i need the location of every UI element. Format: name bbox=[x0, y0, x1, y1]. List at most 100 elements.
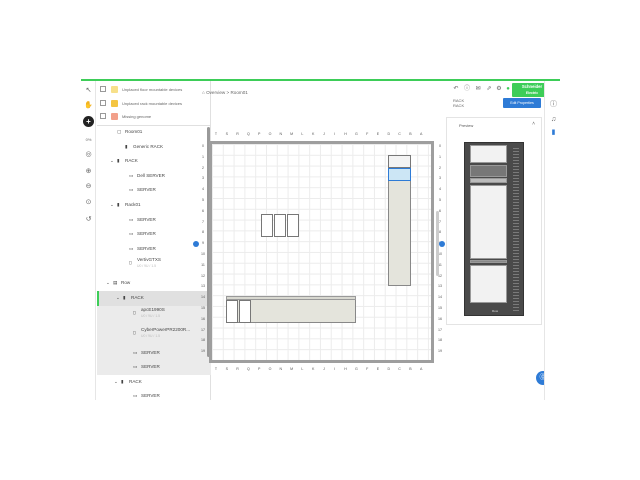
chevron-down-icon[interactable]: ⌄ bbox=[106, 276, 110, 289]
rack-icon: ▮ bbox=[117, 158, 120, 164]
chevron-down-icon[interactable]: ⌄ bbox=[110, 198, 114, 211]
grid-row-label: 16 bbox=[201, 316, 205, 321]
ups-icon: ▯ bbox=[133, 309, 136, 315]
history-icon[interactable]: ↺ bbox=[83, 214, 94, 225]
hand-icon[interactable]: ✋ bbox=[83, 100, 94, 111]
tree-item[interactable]: ⌄ ▮ Rack01 bbox=[97, 198, 211, 213]
server-icon: ▭ bbox=[129, 231, 134, 237]
rack-device bbox=[470, 165, 507, 177]
settings-icon[interactable]: ⚙ bbox=[495, 85, 503, 93]
undo-icon[interactable]: ↶ bbox=[452, 85, 460, 93]
grid-column-label: D bbox=[387, 367, 391, 371]
tree-item[interactable]: ⌄ ▮ RACK bbox=[97, 375, 211, 390]
share-icon[interactable]: ⇗ bbox=[485, 85, 493, 93]
row-icon: ▤ bbox=[113, 280, 118, 286]
grid-column-label: H bbox=[344, 132, 347, 136]
floor-rack[interactable] bbox=[261, 214, 273, 237]
tree-item-label: Room01 bbox=[125, 129, 143, 134]
grid-column-label: R bbox=[236, 132, 239, 136]
edit-properties-button[interactable]: Edit Properties bbox=[503, 98, 541, 108]
chevron-down-icon[interactable]: ⌄ bbox=[110, 154, 114, 167]
grid-row-label: 18 bbox=[438, 338, 442, 343]
server-icon: ▭ bbox=[133, 393, 138, 399]
warning-label: Unplaced floor mountable devices bbox=[122, 87, 183, 92]
tree-item-label: Dell SERVER bbox=[137, 172, 165, 178]
rack-preview: Row bbox=[464, 142, 524, 316]
checkbox-missing-genome[interactable] bbox=[100, 113, 106, 119]
grid-row-label: 13 bbox=[438, 284, 442, 289]
breadcrumb: ⌂ Overview > Room01 bbox=[202, 90, 248, 95]
grid-row-label: 11 bbox=[201, 262, 205, 267]
fit-icon[interactable]: ⊙ bbox=[83, 197, 94, 208]
status-icon: ● bbox=[506, 86, 510, 92]
tree-item[interactable]: ▭ SERVER bbox=[97, 213, 211, 228]
grid-row-label: 3 bbox=[439, 176, 441, 181]
grid-column-label: Q bbox=[246, 367, 250, 371]
tree-item[interactable]: ▢ Room01 bbox=[97, 125, 211, 140]
add-icon[interactable]: + bbox=[83, 116, 94, 127]
device-icon[interactable]: ▮ bbox=[548, 127, 559, 138]
server-icon: ▭ bbox=[133, 349, 138, 355]
tree-item[interactable]: ▭ SERVER bbox=[97, 227, 211, 242]
grid-row-label: 7 bbox=[202, 219, 204, 224]
zoom-in-icon[interactable]: ⊕ bbox=[83, 166, 94, 177]
tree-item[interactable]: ▭ Dell SERVER bbox=[97, 169, 211, 184]
tree-item[interactable]: ▭ SERVER bbox=[97, 345, 211, 361]
floor-plan-canvas[interactable] bbox=[209, 141, 434, 363]
tree-item-label: SERVER bbox=[137, 216, 156, 222]
grid-column-label: S bbox=[225, 367, 228, 371]
ups-icon: ▯ bbox=[129, 260, 132, 266]
grid-row-label: 2 bbox=[202, 165, 204, 170]
zoom-out-icon[interactable]: ⊖ bbox=[83, 181, 94, 192]
checkbox-unplaced-floor[interactable] bbox=[100, 86, 106, 92]
floor-rack[interactable] bbox=[287, 214, 299, 237]
tree-item[interactable]: ▭ SERVER bbox=[97, 389, 211, 400]
chevron-down-icon[interactable]: ⌄ bbox=[114, 375, 118, 388]
rack-device bbox=[470, 145, 507, 163]
grid-row-label: 19 bbox=[201, 349, 205, 354]
server-icon: ▭ bbox=[129, 245, 134, 251]
view-icon[interactable]: ◎ bbox=[83, 149, 94, 160]
floor-rack[interactable] bbox=[274, 214, 286, 237]
rack-unit[interactable] bbox=[239, 300, 251, 323]
tree-item-label: RACK bbox=[129, 378, 142, 384]
right-handle-icon[interactable] bbox=[439, 241, 445, 247]
tree-item[interactable]: ▯ VertivGTXS U0 / 9U / 1.5 bbox=[97, 256, 211, 276]
breadcrumb-overview[interactable]: Overview bbox=[206, 90, 225, 95]
grid-column-label: B bbox=[409, 367, 412, 371]
rack-device bbox=[470, 185, 507, 259]
left-handle-icon[interactable] bbox=[193, 241, 199, 247]
grid-column-label: T bbox=[214, 132, 218, 136]
info-icon[interactable]: ⓘ bbox=[548, 99, 559, 110]
canvas-scrollbar[interactable] bbox=[436, 211, 439, 276]
select-icon[interactable]: ↖ bbox=[83, 85, 94, 96]
tree-item[interactable]: ▮ Generic RACK bbox=[97, 140, 211, 155]
tree-item[interactable]: ▭ SERVER bbox=[97, 183, 211, 198]
grid-row-label: 4 bbox=[439, 187, 441, 192]
bell-icon[interactable]: ♫ bbox=[548, 114, 559, 125]
grid-row-label: 2 bbox=[439, 165, 441, 170]
grid-row-label: 5 bbox=[439, 198, 441, 202]
tree-item[interactable]: ⌄ ▤ Row bbox=[97, 276, 211, 291]
alert-icon[interactable]: ⓘ bbox=[463, 85, 471, 93]
rack-icon: ▮ bbox=[123, 295, 126, 300]
grid-column-label: C bbox=[398, 132, 401, 136]
checkbox-unplaced-rack[interactable] bbox=[100, 100, 106, 106]
server-icon: ▭ bbox=[133, 364, 138, 370]
selected-rack[interactable] bbox=[388, 168, 411, 181]
warning-label: Missing genome bbox=[122, 114, 152, 119]
grid-column-label: F bbox=[366, 132, 369, 136]
grid-column-label: N bbox=[279, 367, 283, 371]
breadcrumb-room[interactable]: Room01 bbox=[230, 90, 247, 95]
grid-column-label: N bbox=[279, 132, 283, 136]
tree-item[interactable]: ▯ CyberPowerPR2200R... U0 / 9U / 1.5 bbox=[97, 325, 211, 346]
tree-item[interactable]: ⌄ ▮ RACK bbox=[97, 154, 211, 169]
chevron-down-icon[interactable]: ⌄ bbox=[116, 291, 120, 304]
rack-unit[interactable] bbox=[388, 155, 411, 168]
grid-column-label: O bbox=[268, 367, 272, 371]
notification-icon[interactable]: ✉ bbox=[474, 85, 482, 93]
collapse-icon[interactable]: ˄ bbox=[532, 121, 535, 127]
preview-card: Preview ˄ Row bbox=[446, 117, 542, 325]
tree-item[interactable]: ▭ SERVER bbox=[97, 360, 211, 375]
rack-unit[interactable] bbox=[226, 300, 238, 323]
